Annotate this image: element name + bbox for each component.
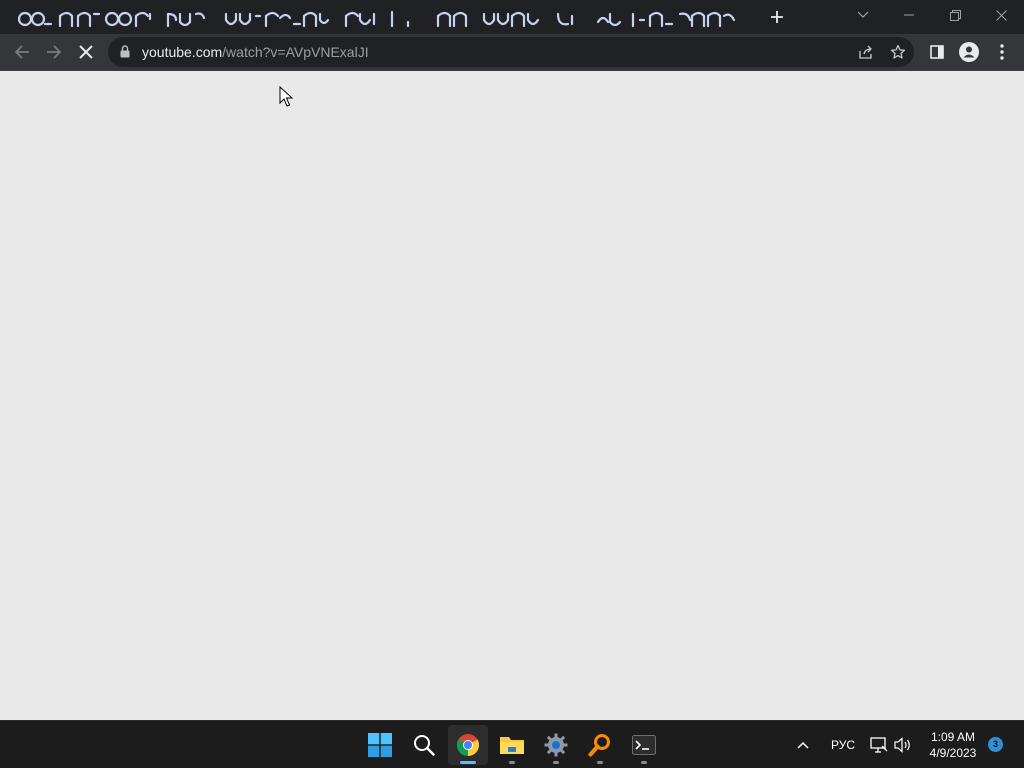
close-window-button[interactable] — [978, 0, 1024, 30]
arrow-right-icon — [47, 45, 62, 59]
volume-control[interactable] — [892, 725, 914, 765]
url-text[interactable]: youtube.com/watch?v=AVpVNExalJI — [142, 37, 369, 67]
chrome-running-indicator — [460, 761, 476, 764]
address-bar[interactable]: youtube.com/watch?v=AVpVNExalJI — [108, 37, 914, 67]
restore-button[interactable] — [932, 0, 978, 30]
profile-button[interactable] — [954, 37, 984, 67]
taskbar-app-file-explorer[interactable] — [492, 725, 532, 765]
restore-icon — [949, 9, 961, 21]
kebab-menu-icon — [1000, 44, 1004, 60]
network-icon — [870, 737, 888, 753]
lock-icon[interactable] — [120, 45, 130, 58]
clock-time: 1:09 AM — [930, 730, 976, 744]
taskbar-app-chrome[interactable] — [448, 725, 488, 765]
forward-button[interactable] — [39, 37, 69, 67]
tab-title[interactable] — [8, 4, 738, 30]
back-button[interactable] — [7, 37, 37, 67]
taskbar-clock[interactable]: 1:09 AM 4/9/2023 — [920, 729, 986, 761]
tab-title-glyphs — [17, 10, 736, 28]
tray-overflow-button[interactable] — [788, 725, 818, 765]
page-content[interactable] — [0, 71, 1024, 720]
chrome-icon — [457, 734, 479, 756]
file-explorer-running-indicator — [509, 761, 515, 764]
star-icon — [890, 44, 906, 59]
search-tool-running-indicator — [597, 761, 603, 764]
input-language-indicator[interactable]: РУС — [831, 738, 855, 752]
search-icon — [414, 735, 435, 756]
url-host: youtube.com — [142, 44, 223, 60]
stop-loading-button[interactable] — [71, 37, 101, 67]
terminal-icon — [632, 735, 656, 755]
side-panel-button[interactable] — [922, 37, 952, 67]
taskbar-search-button[interactable] — [404, 725, 444, 765]
notification-count-badge[interactable]: 3 — [988, 737, 1003, 752]
start-button[interactable] — [360, 725, 400, 765]
windows-taskbar: РУС 1:09 AM 4/9/2023 3 — [0, 720, 1024, 768]
speaker-icon — [894, 737, 910, 753]
share-button[interactable] — [855, 41, 877, 63]
plus-icon — [771, 11, 783, 23]
browser-toolbar: youtube.com/watch?v=AVpVNExalJI — [0, 34, 1024, 70]
taskbar-app-terminal[interactable] — [624, 725, 664, 765]
minimize-icon — [904, 14, 914, 16]
mouse-cursor-icon — [279, 86, 293, 107]
taskbar-app-settings[interactable] — [536, 725, 576, 765]
stop-loading-icon — [79, 45, 93, 59]
clock-date: 4/9/2023 — [929, 746, 977, 760]
magnifier-orange-icon — [588, 734, 610, 757]
url-path: /watch?v=AVpVNExalJI — [222, 44, 369, 60]
close-icon — [995, 9, 1007, 21]
side-panel-icon — [930, 45, 944, 59]
new-tab-button[interactable] — [765, 5, 789, 29]
arrow-left-icon — [14, 45, 29, 59]
gear-icon — [544, 733, 568, 757]
taskbar-app-search-tool[interactable] — [580, 725, 620, 765]
minimize-button[interactable] — [886, 0, 932, 30]
browser-tab-strip — [0, 0, 1024, 34]
windows-start-icon — [368, 733, 392, 757]
chevron-up-icon — [797, 741, 809, 749]
network-status[interactable] — [868, 725, 890, 765]
terminal-running-indicator — [641, 761, 647, 764]
chrome-menu-button[interactable] — [987, 37, 1017, 67]
profile-icon — [959, 42, 979, 62]
chevron-down-icon — [857, 11, 869, 18]
tab-search-button[interactable] — [840, 0, 886, 30]
settings-running-indicator — [553, 761, 559, 764]
folder-icon — [500, 737, 524, 754]
share-icon — [859, 45, 872, 59]
screen: youtube.com/watch?v=AVpVNExalJI РУС 1:09… — [0, 0, 1024, 768]
bookmark-button[interactable] — [887, 41, 909, 63]
